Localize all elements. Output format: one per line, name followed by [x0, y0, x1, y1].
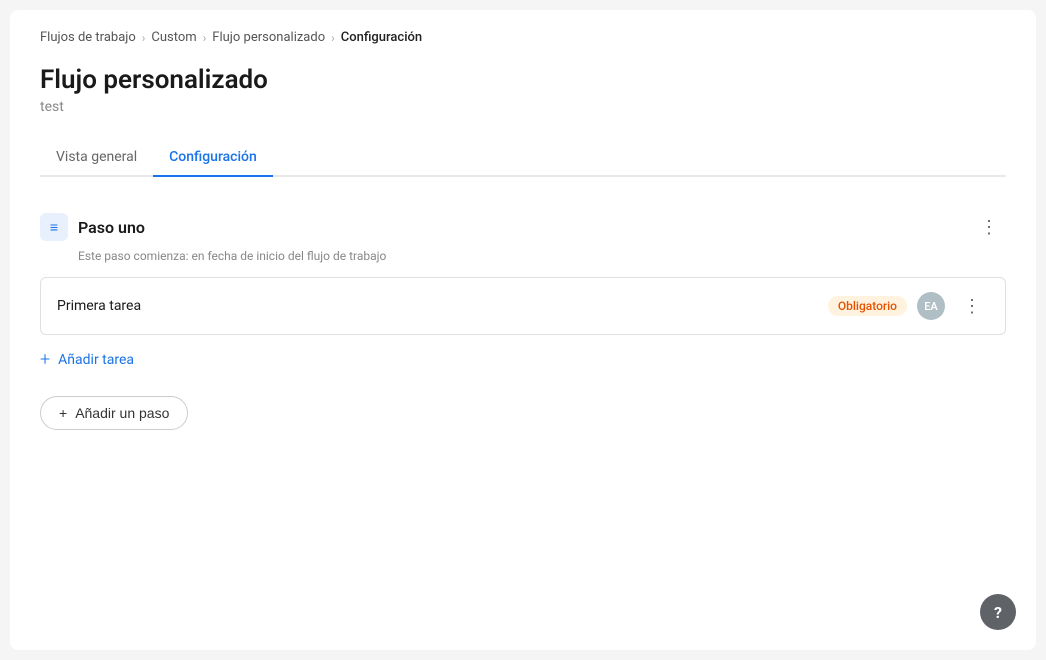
- help-button[interactable]: ?: [980, 594, 1016, 630]
- add-task-row[interactable]: + Añadir tarea: [40, 343, 1006, 376]
- add-task-plus-icon: +: [40, 349, 50, 370]
- breadcrumb-item-flujo-personalizado[interactable]: Flujo personalizado: [212, 30, 325, 45]
- task-more-button[interactable]: ⋮: [955, 293, 989, 319]
- tab-configuracion[interactable]: Configuración: [153, 139, 273, 177]
- task-right: Obligatorio EA ⋮: [828, 292, 989, 320]
- task-row: Primera tarea Obligatorio EA ⋮: [40, 277, 1006, 335]
- breadcrumb-item-configuracion: Configuración: [341, 30, 422, 45]
- step-icon: ≡: [40, 213, 68, 241]
- breadcrumb-separator-2: ›: [203, 31, 207, 45]
- add-step-label: Añadir un paso: [75, 405, 169, 421]
- task-more-icon: ⋮: [963, 297, 981, 315]
- page-subtitle: test: [40, 99, 1006, 115]
- breadcrumb-item-flujos[interactable]: Flujos de trabajo: [40, 30, 136, 45]
- obligatorio-badge: Obligatorio: [828, 296, 907, 316]
- tab-vista-general[interactable]: Vista general: [40, 139, 153, 177]
- task-name: Primera tarea: [57, 298, 141, 314]
- step-title: Paso uno: [78, 218, 145, 237]
- main-container: Flujos de trabajo › Custom › Flujo perso…: [10, 10, 1036, 650]
- breadcrumb: Flujos de trabajo › Custom › Flujo perso…: [40, 30, 1006, 45]
- step-section: ≡ Paso uno ⋮ Este paso comienza: en fech…: [40, 205, 1006, 376]
- step-icon-symbol: ≡: [50, 219, 58, 236]
- step-subtitle: Este paso comienza: en fecha de inicio d…: [78, 249, 1006, 263]
- step-more-icon: ⋮: [980, 218, 998, 236]
- step-header-left: ≡ Paso uno: [40, 213, 145, 241]
- tabs-container: Vista general Configuración: [40, 139, 1006, 177]
- step-header: ≡ Paso uno ⋮: [40, 205, 1006, 245]
- add-task-label: Añadir tarea: [58, 352, 134, 368]
- breadcrumb-separator-1: ›: [142, 31, 146, 45]
- page-title: Flujo personalizado: [40, 65, 1006, 95]
- breadcrumb-item-custom[interactable]: Custom: [151, 30, 196, 45]
- breadcrumb-separator-3: ›: [331, 31, 335, 45]
- help-icon: ?: [994, 603, 1002, 622]
- avatar: EA: [917, 292, 945, 320]
- add-step-button[interactable]: + Añadir un paso: [40, 396, 188, 430]
- step-more-button[interactable]: ⋮: [972, 214, 1006, 240]
- add-step-plus-icon: +: [59, 405, 67, 421]
